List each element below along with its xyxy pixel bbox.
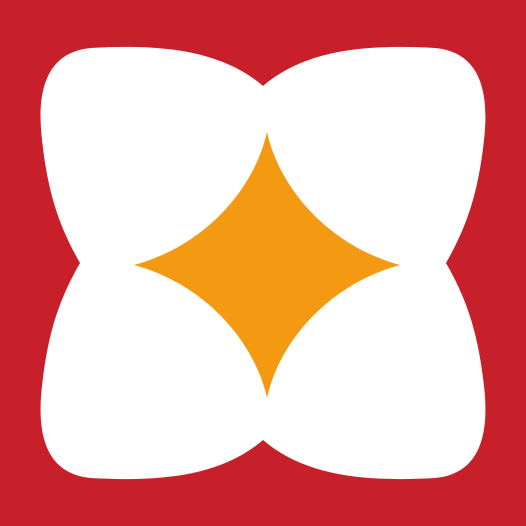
app-logo-canvas xyxy=(0,0,526,526)
app-logo xyxy=(0,0,526,526)
